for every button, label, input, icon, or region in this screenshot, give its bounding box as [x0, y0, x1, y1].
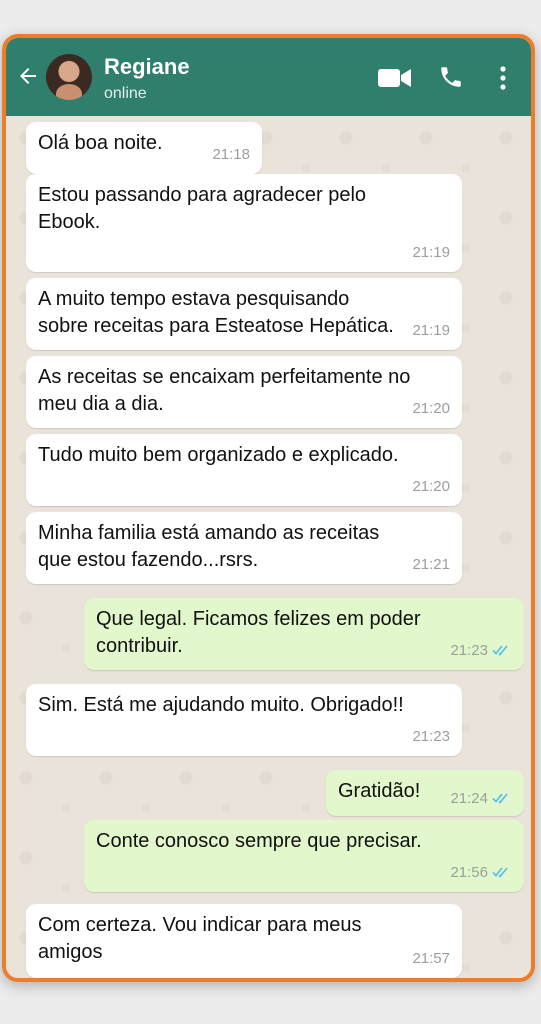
message-time: 21:23	[450, 637, 512, 664]
message-text: As receitas se encaixam perfeitamente no…	[38, 366, 411, 415]
message-time: 21:24	[450, 785, 512, 812]
avatar[interactable]	[46, 54, 92, 100]
message-bubble[interactable]: Olá boa noite. 21:18	[26, 122, 262, 174]
message-text: Estou passando para agradecer pelo Ebook…	[38, 184, 367, 233]
contact-status: online	[104, 85, 147, 102]
message-text: Sim. Está me ajudando muito. Obrigado!!	[38, 694, 404, 716]
message-bubble[interactable]: Com certeza. Vou indicar para meus amigo…	[26, 904, 462, 978]
chat-window: Regiane online Olá boa noite. 21:18 Esto…	[2, 34, 535, 982]
message-time: 21:19	[412, 322, 450, 339]
message-time: 21:23	[412, 728, 450, 745]
message-text: Com certeza. Vou indicar para meus amigo…	[38, 914, 362, 963]
message-time: 21:20	[412, 478, 450, 495]
double-check-icon	[492, 867, 508, 878]
message-time: 21:19	[412, 244, 450, 261]
double-check-icon	[492, 793, 508, 804]
message-bubble[interactable]: A muito tempo estava pesquisando sobre r…	[26, 278, 462, 350]
double-check-icon	[492, 645, 508, 656]
message-text: Tudo muito bem organizado e explicado.	[38, 444, 399, 466]
video-camera-icon[interactable]	[378, 67, 412, 89]
message-bubble[interactable]: As receitas se encaixam perfeitamente no…	[26, 356, 462, 428]
message-text: A muito tempo estava pesquisando sobre r…	[38, 288, 394, 337]
message-time: 21:21	[412, 556, 450, 573]
chat-header: Regiane online	[6, 38, 531, 116]
message-bubble[interactable]: Tudo muito bem organizado e explicado. 2…	[26, 434, 462, 506]
message-bubble[interactable]: Que legal. Ficamos felizes em poder cont…	[84, 598, 524, 670]
message-text: Conte conosco sempre que precisar.	[96, 830, 422, 852]
message-bubble[interactable]: Minha familia está amando as receitas qu…	[26, 512, 462, 584]
contact-name[interactable]: Regiane	[104, 54, 190, 80]
more-vertical-icon[interactable]	[498, 65, 508, 91]
message-time: 21:56	[450, 859, 512, 886]
arrow-left-icon[interactable]	[16, 64, 40, 88]
message-time: 21:57	[412, 950, 450, 967]
message-bubble[interactable]: Conte conosco sempre que precisar. 21:56	[84, 820, 524, 892]
message-bubble[interactable]: Gratidão! 21:24	[326, 770, 524, 816]
message-time: 21:18	[212, 146, 250, 163]
message-time: 21:20	[412, 400, 450, 417]
message-text: Minha familia está amando as receitas qu…	[38, 522, 380, 571]
message-bubble[interactable]: Estou passando para agradecer pelo Ebook…	[26, 174, 462, 272]
message-bubble[interactable]: Sim. Está me ajudando muito. Obrigado!! …	[26, 684, 462, 756]
phone-icon[interactable]	[438, 64, 464, 90]
